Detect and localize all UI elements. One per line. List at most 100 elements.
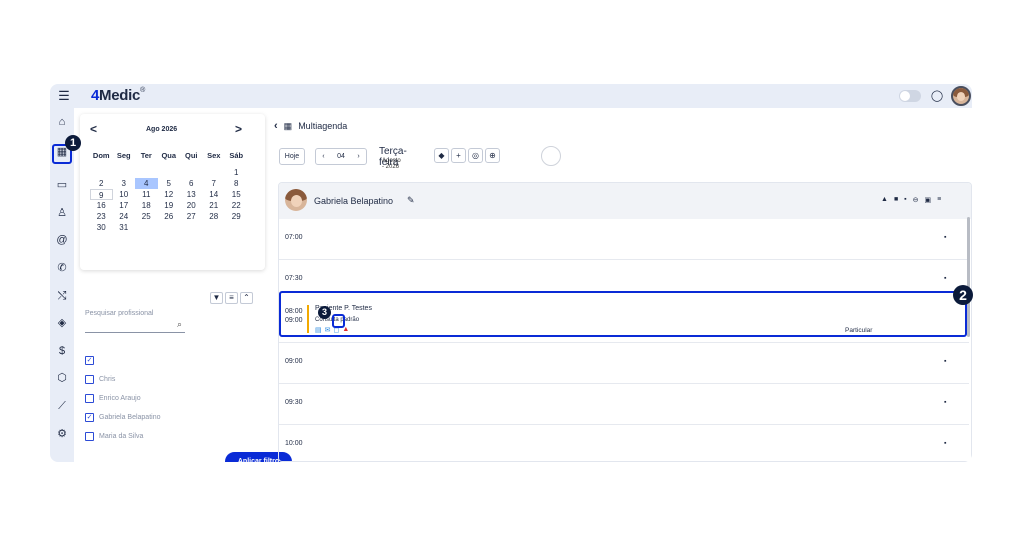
shuffle-icon[interactable]: ⤭ (54, 288, 70, 304)
calendar-day[interactable]: 16 (90, 200, 113, 211)
calendar-day[interactable]: 7 (203, 178, 226, 189)
professional-search[interactable]: Pesquisar profissional ⌕ (85, 310, 185, 333)
lock-icon[interactable]: ▪ (944, 234, 946, 241)
calendar-day[interactable]: 31 (113, 222, 136, 233)
filter-icon[interactable]: ▼ (210, 292, 223, 304)
time-slot[interactable]: 07:00 ▪ (279, 219, 969, 260)
chevron-up-icon[interactable]: ⌃ (240, 292, 253, 304)
box-icon[interactable]: ⬡ (54, 370, 70, 386)
list-item[interactable]: Maria da Silva (85, 427, 161, 446)
globe-icon[interactable]: ⊕ (485, 148, 500, 163)
calendar-empty (203, 222, 226, 233)
calendar-day[interactable]: 4 (135, 178, 158, 189)
time-slot[interactable]: 10:00 ▪ (279, 425, 969, 461)
list-item[interactable]: ✓ Gabriela Belapatino (85, 408, 161, 427)
header-actions: ▲ ■ ▪ ⊖ ▣ ≡ (881, 196, 941, 204)
calendar-day[interactable]: 9 (90, 189, 113, 200)
checkbox[interactable] (85, 394, 94, 403)
professional-list: ✓ Chris Enrico Araujo ✓ Gabriela Belapati… (85, 351, 161, 446)
calendar-day[interactable]: 29 (225, 211, 248, 222)
theme-toggle[interactable] (899, 90, 921, 102)
lock-icon[interactable]: ▪ (944, 399, 946, 406)
day-navigator: ‹ 04 › (315, 148, 367, 165)
tag-icon[interactable]: ◆ (434, 148, 449, 163)
time-slot[interactable]: 09:00 ▪ (279, 343, 969, 384)
weekday-label: Qua (161, 151, 177, 160)
tag-icon[interactable]: ◈ (54, 315, 70, 331)
dollar-icon[interactable]: $ (54, 343, 70, 359)
calendar-day[interactable]: 1 (225, 167, 248, 178)
edit-icon[interactable]: ✎ (407, 195, 415, 206)
warning-icon[interactable]: ▲ (881, 196, 888, 204)
calendar-day[interactable]: 28 (203, 211, 226, 222)
save-icon[interactable]: ▣ (925, 196, 932, 204)
calendar-prev-button[interactable]: < (90, 122, 97, 136)
menu-icon[interactable]: ☰ (57, 88, 71, 104)
folder-icon[interactable]: ■ (894, 196, 898, 204)
search-icon[interactable] (541, 146, 561, 166)
calendar-day[interactable]: 13 (180, 189, 203, 200)
time-slot[interactable]: 09:30 ▪ (279, 384, 969, 425)
calendar-month-title[interactable]: Ago 2026 (146, 126, 177, 133)
lock-icon[interactable]: ▪ (944, 275, 946, 282)
today-button[interactable]: Hoje (279, 148, 305, 165)
user-avatar[interactable] (951, 86, 971, 106)
calendar-day[interactable]: 19 (158, 200, 181, 211)
calendar-empty (203, 167, 226, 178)
calendar-day[interactable]: 23 (90, 211, 113, 222)
search-icon[interactable]: ⌕ (177, 319, 182, 330)
list-item[interactable]: Enrico Araujo (85, 389, 161, 408)
scrollbar[interactable] (967, 217, 970, 337)
add-icon[interactable]: + (451, 148, 466, 163)
calendar-day[interactable]: 10 (113, 189, 136, 200)
calendar-day[interactable]: 25 (135, 211, 158, 222)
calendar-day[interactable]: 5 (158, 178, 181, 189)
calendar-day[interactable]: 2 (90, 178, 113, 189)
user-icon[interactable]: ♙ (54, 205, 70, 221)
list-icon[interactable]: ≡ (225, 292, 238, 304)
lock-icon[interactable]: ▪ (944, 440, 946, 447)
checkbox[interactable] (85, 375, 94, 384)
calendar-day[interactable]: 30 (90, 222, 113, 233)
prev-day-button[interactable]: ‹ (322, 153, 324, 160)
step-badge-2: 2 (953, 285, 973, 305)
back-icon[interactable]: ‹ (274, 120, 278, 132)
checkbox[interactable]: ✓ (85, 413, 94, 422)
settings-icon[interactable]: ⚙ (54, 426, 70, 442)
calendar-next-button[interactable]: > (235, 122, 242, 136)
lock-icon[interactable]: ▪ (944, 358, 946, 365)
avatar (285, 189, 307, 211)
checkbox[interactable] (85, 432, 94, 441)
home-icon[interactable]: ⌂ (54, 114, 70, 130)
select-all-checkbox[interactable]: ✓ (85, 356, 94, 365)
calendar-day[interactable]: 11 (135, 189, 158, 200)
calendar-day[interactable]: 18 (135, 200, 158, 211)
whatsapp-icon[interactable]: ◎ (468, 148, 483, 163)
calendar-day[interactable]: 8 (225, 178, 248, 189)
calendar-day[interactable]: 20 (180, 200, 203, 211)
calendar-day[interactable]: 24 (113, 211, 136, 222)
calendar-day[interactable]: 15 (225, 189, 248, 200)
calendar-day[interactable]: 6 (180, 178, 203, 189)
inbox-icon[interactable]: ▭ (54, 177, 70, 193)
calendar-day[interactable]: 14 (203, 189, 226, 200)
calendar-day[interactable]: 12 (158, 189, 181, 200)
print-icon[interactable]: ⊖ (913, 196, 919, 204)
next-day-button[interactable]: › (357, 153, 359, 160)
select-all-row[interactable]: ✓ (85, 351, 161, 370)
at-icon[interactable]: @ (54, 232, 70, 248)
calendar-day[interactable]: 21 (203, 200, 226, 211)
list-item[interactable]: Chris (85, 370, 161, 389)
phone-icon[interactable]: ✆ (54, 260, 70, 276)
list-icon[interactable]: ≡ (937, 196, 941, 204)
chat-icon[interactable]: ◯ (930, 89, 944, 103)
day-number[interactable]: 04 (337, 153, 345, 160)
calendar-day[interactable]: 26 (158, 211, 181, 222)
lock-icon[interactable]: ▪ (904, 196, 906, 204)
weekday-label: Qui (185, 151, 198, 160)
chart-icon[interactable]: ⟋ (54, 398, 70, 414)
calendar-day[interactable]: 22 (225, 200, 248, 211)
calendar-day[interactable]: 3 (113, 178, 136, 189)
calendar-day[interactable]: 17 (113, 200, 136, 211)
calendar-day[interactable]: 27 (180, 211, 203, 222)
